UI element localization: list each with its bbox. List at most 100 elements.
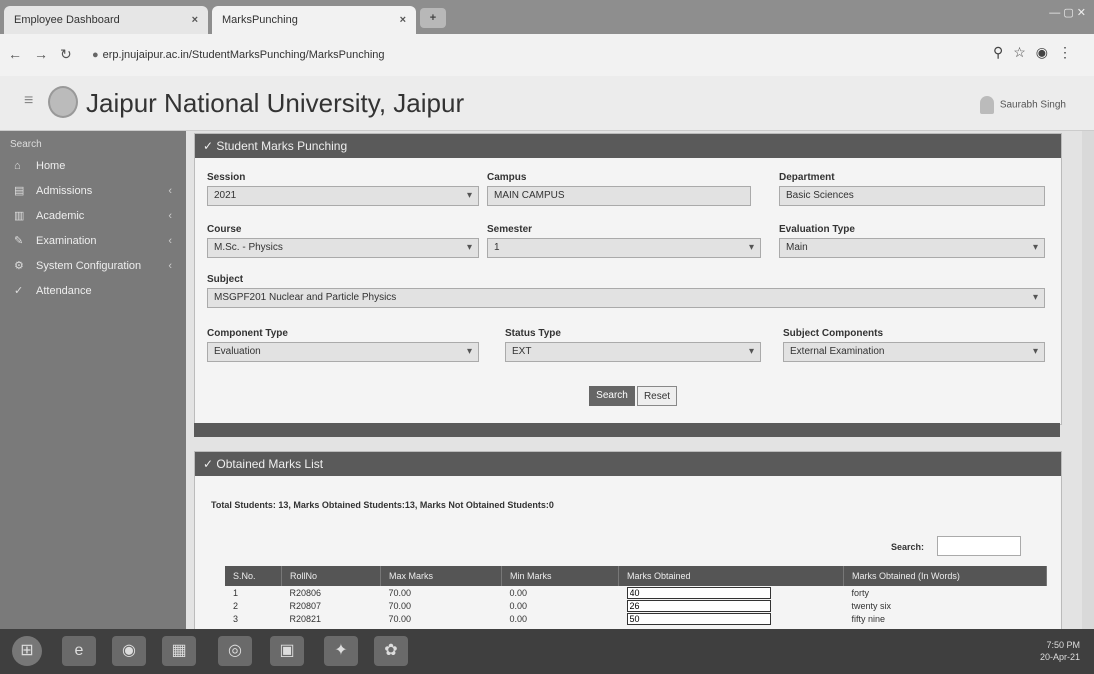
file-explorer-icon[interactable]: ▦ <box>162 636 196 666</box>
cell-sno: 1 <box>233 587 239 598</box>
subject-components-label: Subject Components <box>783 328 884 339</box>
cell-max-marks: 70.00 <box>388 613 412 624</box>
hamburger-icon[interactable]: ≡ <box>24 92 33 110</box>
clock-date: 20-Apr-21 <box>1039 652 1080 662</box>
column-header-sno[interactable]: S.No. <box>225 566 282 586</box>
department-field[interactable]: Basic Sciences <box>779 186 1045 206</box>
marks-obtained-input[interactable] <box>626 586 771 599</box>
new-tab-button[interactable]: + <box>420 8 446 28</box>
column-header-min-marks[interactable]: Min Marks <box>501 566 619 586</box>
subject-components-select[interactable]: External Examination ▾ <box>783 342 1045 362</box>
evaluation-type-value: Main <box>786 242 808 253</box>
url-input[interactable]: ● erp.jnujaipur.ac.in/StudentMarksPunchin… <box>92 45 932 65</box>
subject-value: MSGPF201 Nuclear and Particle Physics <box>214 292 397 303</box>
window-controls[interactable]: — ▢ ✕ <box>1049 6 1086 19</box>
cell-marks-obtained <box>619 612 844 625</box>
sidebar-item-label: Admissions <box>36 184 93 197</box>
column-header-max-marks[interactable]: Max Marks <box>380 566 502 586</box>
cell-min-marks: 0.00 <box>509 587 528 598</box>
sidebar-item-academic[interactable]: ▥ Academic ‹ <box>0 203 186 228</box>
subject-select[interactable]: MSGPF201 Nuclear and Particle Physics ▾ <box>207 288 1045 308</box>
paint-icon[interactable]: ✿ <box>374 636 408 666</box>
reset-button[interactable]: Reset <box>637 386 677 406</box>
profile-icon[interactable]: ◉ <box>1036 44 1058 60</box>
app-icon[interactable]: ✦ <box>324 636 358 666</box>
panel-title: Obtained Marks List <box>216 457 324 471</box>
star-icon[interactable]: ☆ <box>1013 44 1036 60</box>
zoom-icon[interactable]: ⚲ <box>993 44 1013 60</box>
component-type-select[interactable]: Evaluation ▾ <box>207 342 479 362</box>
cell-marks-in-words: fifty nine <box>851 613 886 624</box>
column-header-rollno[interactable]: RollNo <box>281 566 381 586</box>
chevron-left-icon: ‹ <box>168 234 172 247</box>
info-icon[interactable]: ● <box>92 49 99 61</box>
campus-value: MAIN CAMPUS <box>494 190 565 201</box>
sidebar-search[interactable]: Search <box>0 131 186 154</box>
user-menu[interactable]: Saurabh Singh <box>979 96 1066 114</box>
admissions-icon: ▤ <box>14 185 25 197</box>
cell-max-marks: 70.00 <box>388 587 412 598</box>
cell-sno: 3 <box>233 613 239 624</box>
university-logo <box>48 86 78 118</box>
internet-explorer-icon[interactable]: e <box>62 636 96 666</box>
home-icon: ⌂ <box>14 160 21 172</box>
column-header-marks-in-words[interactable]: Marks Obtained (In Words) <box>843 566 1047 586</box>
course-select[interactable]: M.Sc. - Physics ▾ <box>207 238 479 258</box>
close-icon[interactable]: × <box>192 14 198 26</box>
chrome-icon[interactable]: ◎ <box>218 636 252 666</box>
sidebar-item-examination[interactable]: ✎ Examination ‹ <box>0 228 186 253</box>
sidebar-item-system-configuration[interactable]: ⚙ System Configuration ‹ <box>0 253 186 278</box>
table-row: 1 R20806 70.00 0.00 forty <box>225 586 1047 599</box>
marks-punching-panel: ✓ Student Marks Punching Session 2021 ▾ C… <box>194 133 1062 425</box>
cell-rollno: R20807 <box>289 600 322 611</box>
semester-select[interactable]: 1 ▾ <box>487 238 761 258</box>
reload-icon[interactable]: ↻ <box>60 46 72 63</box>
panel-header: ✓ Obtained Marks List <box>195 452 1061 476</box>
app-icon[interactable]: ▣ <box>270 636 304 666</box>
forward-icon[interactable]: → <box>34 46 48 62</box>
session-select[interactable]: 2021 ▾ <box>207 186 479 206</box>
table-search-input[interactable] <box>937 536 1021 556</box>
menu-icon[interactable]: ⋮ <box>1058 44 1082 60</box>
start-button[interactable]: ⊞ <box>12 636 42 666</box>
cell-min-marks: 0.00 <box>509 600 528 611</box>
marks-obtained-input[interactable] <box>626 612 771 625</box>
sidebar-item-home[interactable]: ⌂ Home <box>0 154 186 178</box>
main-content: ✓ Student Marks Punching Session 2021 ▾ C… <box>186 131 1082 631</box>
course-value: M.Sc. - Physics <box>214 242 283 253</box>
component-type-value: Evaluation <box>214 346 261 357</box>
evaluation-type-select[interactable]: Main ▾ <box>779 238 1045 258</box>
chevron-left-icon: ‹ <box>168 259 172 272</box>
cell-min-marks: 0.00 <box>509 613 528 624</box>
sidebar-item-attendance[interactable]: ✓ Attendance <box>0 278 186 303</box>
media-player-icon[interactable]: ◉ <box>112 636 146 666</box>
chevron-down-icon: ▾ <box>466 190 472 201</box>
marks-table: S.No. RollNo Max Marks Min Marks Marks O… <box>225 566 1047 625</box>
browser-tab-bar: Employee Dashboard × MarksPunching × + —… <box>0 0 1094 34</box>
column-header-marks-obtained[interactable]: Marks Obtained <box>618 566 844 586</box>
search-button[interactable]: Search <box>589 386 635 406</box>
status-type-select[interactable]: EXT ▾ <box>505 342 761 362</box>
table-row: 3 R20821 70.00 0.00 fifty nine <box>225 612 1047 625</box>
semester-value: 1 <box>494 242 500 253</box>
back-icon[interactable]: ← <box>8 46 22 62</box>
marks-obtained-input[interactable] <box>626 599 771 612</box>
cell-max-marks: 70.00 <box>388 600 412 611</box>
tab-marks-punching[interactable]: MarksPunching × <box>212 6 416 34</box>
chevron-down-icon: ▾ <box>1032 242 1038 253</box>
chevron-down-icon: ▾ <box>466 346 472 357</box>
cell-marks-in-words: twenty six <box>851 600 892 611</box>
browser-actions[interactable]: ⚲☆◉⋮ <box>993 44 1082 61</box>
session-label: Session <box>207 172 246 183</box>
sidebar-item-admissions[interactable]: ▤ Admissions ‹ <box>0 178 186 203</box>
campus-field[interactable]: MAIN CAMPUS <box>487 186 751 206</box>
sidebar-item-label: Examination <box>36 234 97 247</box>
tab-label: Employee Dashboard <box>14 14 120 26</box>
chevron-down-icon: ▾ <box>1032 292 1038 303</box>
chevron-left-icon: ‹ <box>168 209 172 222</box>
system-tray[interactable]: 7:50 PM 20-Apr-21 <box>1040 639 1080 663</box>
cell-marks-in-words: forty <box>851 587 870 598</box>
tab-employee-dashboard[interactable]: Employee Dashboard × <box>4 6 208 34</box>
chevron-down-icon: ▾ <box>1032 346 1038 357</box>
close-icon[interactable]: × <box>400 14 406 26</box>
